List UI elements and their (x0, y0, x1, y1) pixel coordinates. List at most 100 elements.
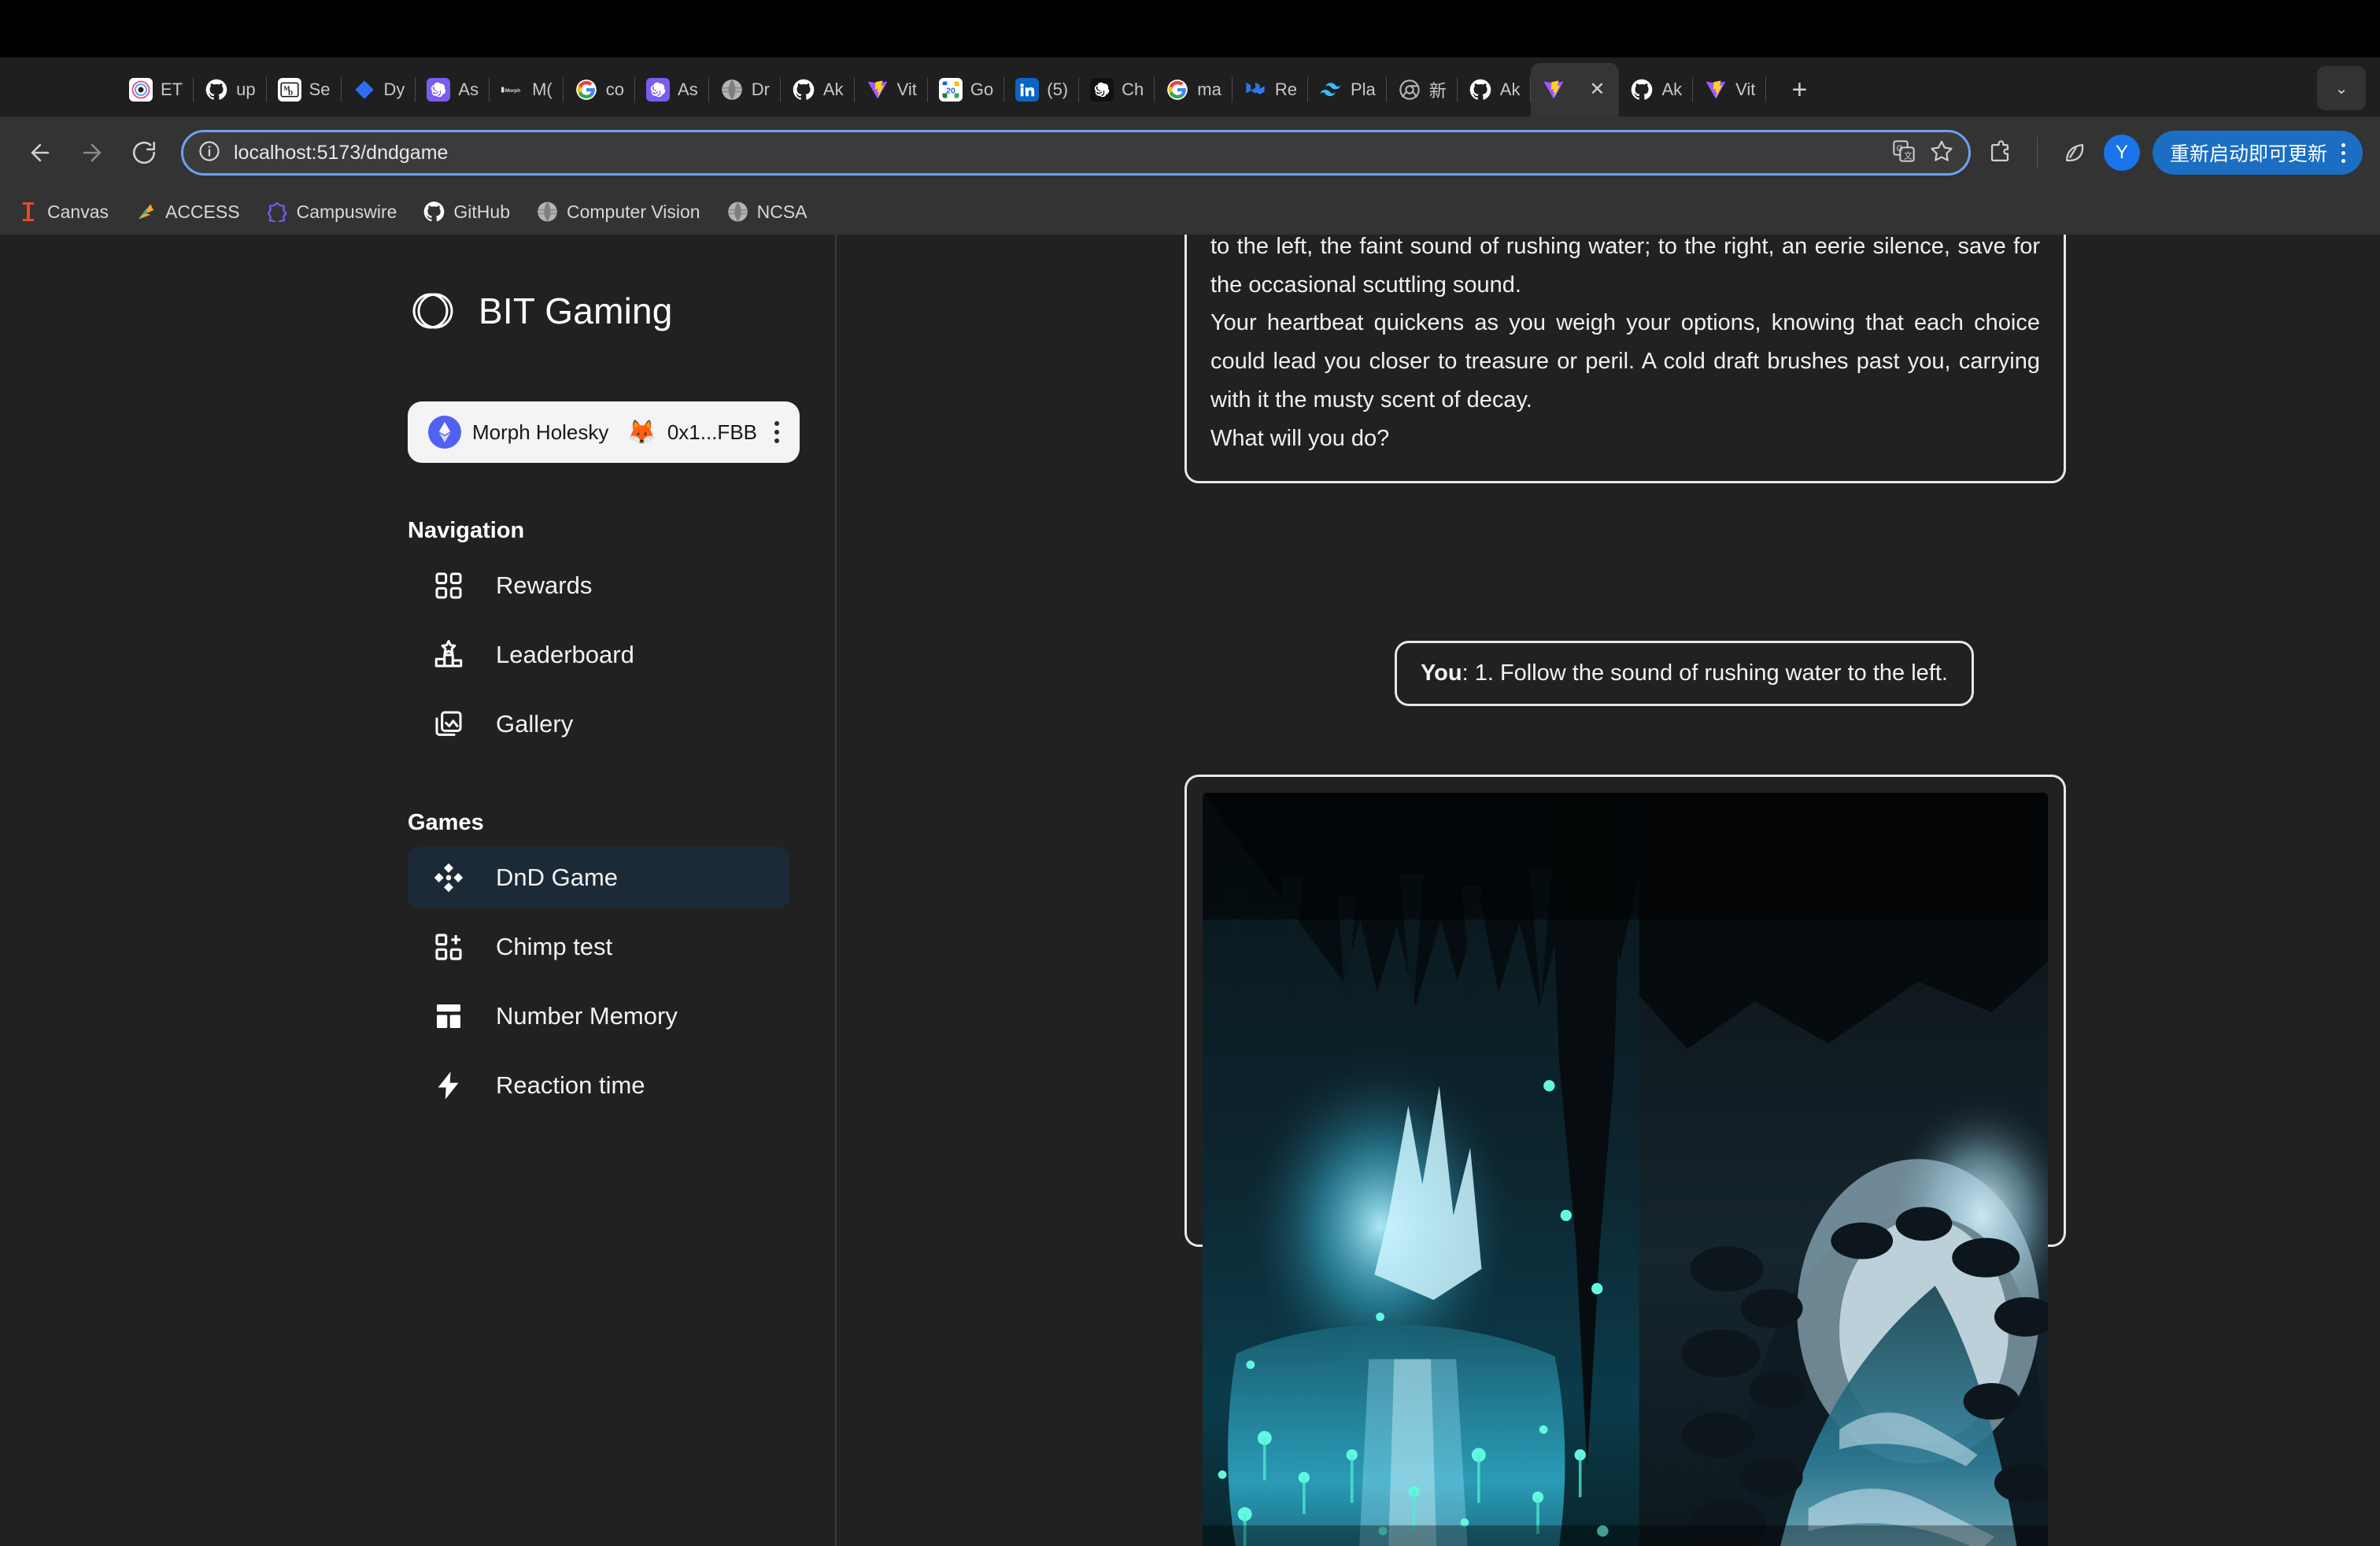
browser-tab[interactable]: Dr (709, 63, 781, 117)
metamask-fox-icon: 🦊 (626, 419, 656, 446)
globe-icon (720, 78, 744, 102)
site-info-icon[interactable] (198, 139, 221, 167)
assistant-line-2: Your heartbeat quickens as you weigh you… (1210, 310, 2040, 412)
reload-button[interactable] (121, 130, 167, 176)
google-icon (1166, 78, 1189, 102)
mui-icon (1244, 78, 1267, 102)
leaf-icon[interactable] (2052, 130, 2097, 176)
browser-tab[interactable]: 新 (1387, 63, 1458, 117)
bookmark-item[interactable]: Canvas (17, 202, 109, 223)
tab-close-icon[interactable]: ✕ (1586, 79, 1608, 101)
browser-tab[interactable]: Vit (855, 63, 928, 117)
brand-name: BIT Gaming (479, 290, 673, 331)
browser-tab[interactable]: Ak (781, 63, 855, 117)
svg-text:20: 20 (946, 87, 955, 96)
sidebar-item-gallery[interactable]: Gallery (408, 693, 789, 755)
user-message-text: 1. Follow the sound of rushing water to … (1474, 660, 1948, 686)
sidebar-item-label: Chimp test (496, 933, 613, 960)
tab-title: Vit (1735, 80, 1756, 99)
web-page: BIT Gaming Morph Holesky 🦊 0x1...FBB Nav… (0, 235, 2380, 1546)
sidebar-item-chimp-test[interactable]: Chimp test (408, 916, 789, 978)
tab-title: Se (309, 80, 331, 99)
extensions-icon[interactable] (1977, 130, 2023, 176)
markdown-icon: MD (277, 78, 301, 102)
github-icon (1630, 78, 1654, 102)
browser-tab[interactable]: ma (1155, 63, 1232, 117)
bookmark-item[interactable]: GitHub (423, 202, 510, 223)
browser-tab[interactable]: Pla (1308, 63, 1387, 117)
browser-tab[interactable]: Re (1232, 63, 1308, 117)
wallet-network-label: Morph Holesky (472, 420, 609, 444)
tab-title: Dy (383, 80, 405, 99)
browser-tab[interactable]: Morph M( (490, 63, 564, 117)
lightning-bolt-icon (431, 1068, 466, 1103)
sidebar-item-leaderboard[interactable]: Leaderboard (408, 624, 789, 686)
scene-image: Inoasible wil the will o-the-wisps. What… (1203, 793, 2048, 1546)
browser-tab[interactable]: co (564, 63, 636, 117)
tab-search-button[interactable]: ⌄ (2317, 66, 2366, 110)
update-button[interactable]: 重新启动即可更新 (2152, 131, 2363, 175)
address-bar[interactable]: localhost:5173/dndgame G 文 (181, 130, 1971, 176)
campuswire-icon (267, 202, 288, 223)
browser-tab[interactable]: (5) (1004, 63, 1080, 117)
sidebar-item-number-memory[interactable]: Number Memory (408, 986, 789, 1047)
tab-title: M( (532, 80, 552, 99)
browser-tab[interactable]: As (635, 63, 709, 117)
diamonds-icon (431, 860, 466, 895)
bookmark-item[interactable]: ACCESS (135, 202, 240, 223)
chat-main: to the left, the faint sound of rushing … (837, 235, 2380, 1546)
sidebar-item-label: DnD Game (496, 864, 619, 891)
browser-tab[interactable]: As (416, 63, 490, 117)
sidebar-item-reaction-time[interactable]: Reaction time (408, 1055, 789, 1116)
vite-icon (866, 78, 889, 102)
chrome-menu-icon[interactable] (2341, 142, 2345, 163)
tab-title: As (678, 80, 698, 99)
brand[interactable]: BIT Gaming (0, 287, 835, 335)
sidebar-item-dnd-game[interactable]: DnD Game (408, 847, 789, 908)
browser-tab[interactable]: Ak (1458, 63, 1532, 117)
bit-gaming-logo-icon (409, 287, 458, 335)
forward-button[interactable] (69, 130, 115, 176)
tab-title: Pla (1350, 80, 1376, 99)
sidebar-navigation: Navigation Rewards Leaderboard Gallery Games… (0, 518, 835, 1116)
tab-title: Vit (896, 80, 917, 99)
tab-title: ma (1197, 80, 1221, 99)
update-label: 重新启动即可更新 (2169, 143, 2327, 165)
user-message-separator: : (1462, 660, 1475, 686)
bookmark-item[interactable]: NCSA (727, 202, 808, 223)
tab-title: Go (970, 80, 994, 99)
back-button[interactable] (17, 130, 63, 176)
browser-tab[interactable]: ✕ (1531, 63, 1620, 117)
browser-tab-strip: ET up M D Se Dy As Morph M(co As Dr Ak Vit 20 Go (5) Ch m… (0, 57, 2380, 117)
profile-avatar[interactable]: Y (2103, 135, 2140, 171)
os-title-strip (0, 0, 2380, 57)
bookmark-item[interactable]: Computer Vision (537, 202, 700, 223)
new-tab-button[interactable]: + (1777, 68, 1821, 112)
browser-tab[interactable]: Ak (1619, 63, 1694, 117)
access-icon (135, 202, 157, 223)
tab-title: Ch (1122, 80, 1144, 99)
bookmarks-bar: Canvas ACCESS Campuswire GitHub Computer Vis… (0, 189, 2380, 235)
toolbar-divider (2036, 137, 2038, 168)
browser-tab[interactable]: Dy (342, 63, 416, 117)
sidebar-item-label: Reaction time (496, 1071, 645, 1099)
bookmark-label: NCSA (756, 201, 808, 222)
translate-icon[interactable]: G 文 (1891, 139, 1916, 168)
wallet-status-bar[interactable]: Morph Holesky 🦊 0x1...FBB (408, 401, 800, 463)
browser-tab[interactable]: Vit (1693, 63, 1767, 117)
browser-tab[interactable]: M D Se (267, 63, 342, 117)
bookmark-item[interactable]: Campuswire (267, 202, 397, 223)
browser-tab[interactable]: 20 Go (928, 63, 1005, 117)
browser-tab[interactable]: up (194, 63, 267, 117)
wallet-menu-icon[interactable] (774, 421, 779, 443)
bookmark-star-icon[interactable] (1929, 139, 1954, 168)
nav-group-title: Navigation (408, 518, 525, 543)
tab-title: 新 (1428, 81, 1447, 101)
browser-tab[interactable]: Ch (1079, 63, 1155, 117)
google-icon (575, 78, 598, 102)
openai-icon (646, 78, 671, 102)
browser-tab[interactable]: ET (118, 63, 194, 117)
bookmark-label: Campuswire (296, 201, 397, 222)
sidebar-item-rewards[interactable]: Rewards (408, 555, 789, 616)
bookmark-label: Computer Vision (567, 201, 700, 222)
